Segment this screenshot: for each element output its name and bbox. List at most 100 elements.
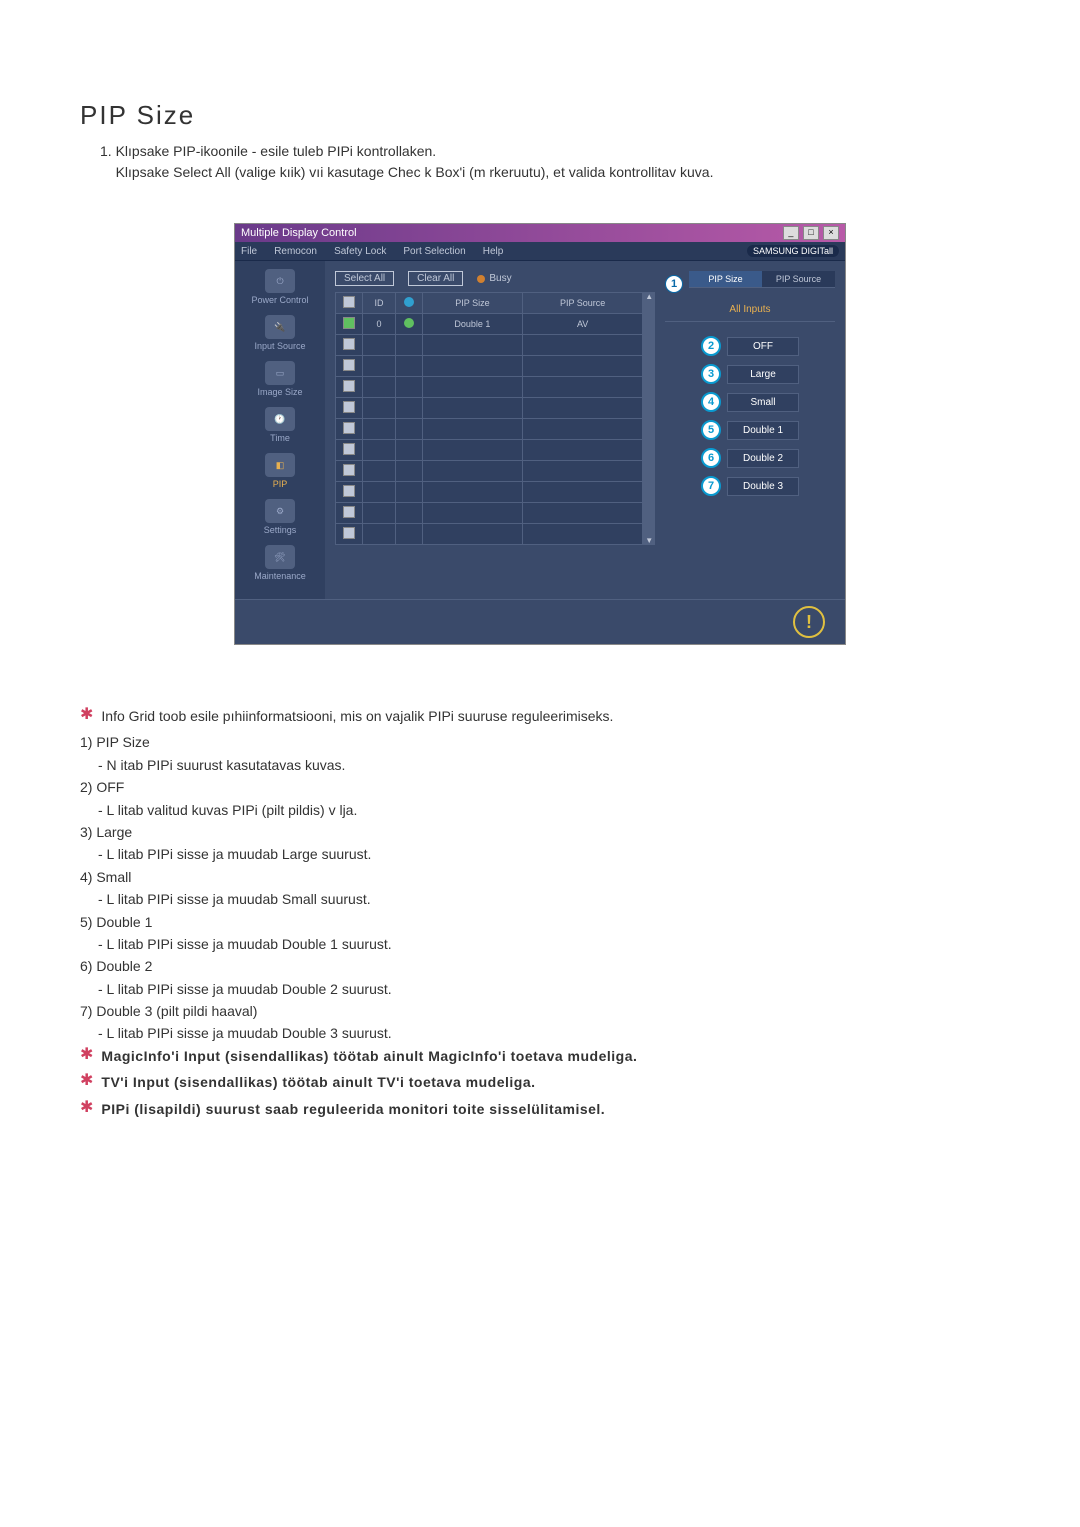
row-checkbox[interactable] bbox=[343, 443, 355, 455]
row-pip-source bbox=[522, 440, 643, 461]
app-window: Multiple Display Control _ □ × File Remo… bbox=[234, 223, 846, 645]
row-checkbox[interactable] bbox=[343, 380, 355, 392]
marker-3: 3 bbox=[701, 364, 721, 384]
tab-pip-size[interactable]: PIP Size bbox=[689, 271, 762, 287]
table-row[interactable] bbox=[336, 419, 643, 440]
intro-line2: Klıpsake Select All (valige kıik) vıi ka… bbox=[116, 164, 714, 180]
row-checkbox[interactable] bbox=[343, 485, 355, 497]
row-pip-source bbox=[522, 398, 643, 419]
row-checkbox[interactable] bbox=[343, 527, 355, 539]
brand: SAMSUNG DIGITall bbox=[747, 245, 839, 257]
sidebar-item-image-size[interactable]: ▭ Image Size bbox=[235, 361, 325, 397]
table-row[interactable] bbox=[336, 335, 643, 356]
scroll-up-icon[interactable]: ▲ bbox=[645, 292, 653, 301]
table-row[interactable] bbox=[336, 440, 643, 461]
table-row[interactable] bbox=[336, 503, 643, 524]
row-id bbox=[363, 440, 396, 461]
menu-file[interactable]: File bbox=[241, 246, 257, 257]
menu-safety-lock[interactable]: Safety Lock bbox=[334, 246, 386, 257]
clock-icon: 🕐 bbox=[265, 407, 295, 431]
checkbox-header-icon[interactable] bbox=[343, 296, 355, 308]
minimize-icon[interactable]: _ bbox=[783, 226, 799, 240]
status-led-icon bbox=[404, 318, 414, 328]
intro-block: 1. Klıpsake PIP-ikoonile - esile tuleb P… bbox=[100, 141, 1000, 183]
menu-items: File Remocon Safety Lock Port Selection … bbox=[241, 245, 517, 257]
note-item: 4) Small- L litab PIPi sisse ja muudab S… bbox=[80, 866, 1000, 911]
row-checkbox[interactable] bbox=[343, 338, 355, 350]
sidebar-item-pip[interactable]: ◧ PIP bbox=[235, 453, 325, 489]
table-row[interactable] bbox=[336, 398, 643, 419]
table-row[interactable] bbox=[336, 482, 643, 503]
row-pip-size bbox=[423, 335, 523, 356]
note-star: ✱PIPi (lisapildi) suurust saab reguleeri… bbox=[80, 1098, 1000, 1120]
row-pip-source bbox=[522, 524, 643, 545]
scroll-down-icon[interactable]: ▼ bbox=[645, 536, 653, 545]
sidebar-item-power[interactable]: ⏻ Power Control bbox=[235, 269, 325, 305]
row-pip-size bbox=[423, 524, 523, 545]
note-item: 3) Large- L litab PIPi sisse ja muudab L… bbox=[80, 821, 1000, 866]
row-id bbox=[363, 461, 396, 482]
page-title: PIP Size bbox=[80, 100, 1000, 131]
row-checkbox[interactable] bbox=[343, 464, 355, 476]
scrollbar[interactable]: ▲ ▼ bbox=[643, 292, 655, 545]
row-id: 0 bbox=[363, 314, 396, 335]
menu-port-selection[interactable]: Port Selection bbox=[403, 246, 465, 257]
window-controls: _ □ × bbox=[782, 226, 839, 240]
sidebar-item-time[interactable]: 🕐 Time bbox=[235, 407, 325, 443]
select-all-button[interactable]: Select All bbox=[335, 271, 394, 286]
table-row[interactable] bbox=[336, 356, 643, 377]
star-icon: ✱ bbox=[80, 1071, 93, 1090]
all-inputs-label: All Inputs bbox=[665, 304, 835, 322]
sidebar-item-maintenance[interactable]: 🛠 Maintenance bbox=[235, 545, 325, 581]
row-pip-size bbox=[423, 398, 523, 419]
option-small-button[interactable]: Small bbox=[727, 393, 799, 412]
row-id bbox=[363, 335, 396, 356]
row-checkbox[interactable] bbox=[343, 317, 355, 329]
note-item: 6) Double 2- L litab PIPi sisse ja muuda… bbox=[80, 955, 1000, 1000]
row-pip-size bbox=[423, 377, 523, 398]
clear-all-button[interactable]: Clear All bbox=[408, 271, 463, 286]
sidebar-item-input[interactable]: 🔌 Input Source bbox=[235, 315, 325, 351]
marker-4: 4 bbox=[701, 392, 721, 412]
menu-remocon[interactable]: Remocon bbox=[274, 246, 317, 257]
row-checkbox[interactable] bbox=[343, 359, 355, 371]
option-off-button[interactable]: OFF bbox=[727, 337, 799, 356]
image-icon: ▭ bbox=[265, 361, 295, 385]
maximize-icon[interactable]: □ bbox=[803, 226, 819, 240]
table-row[interactable] bbox=[336, 461, 643, 482]
info-grid: ID PIP Size PIP Source 0Double 1AV bbox=[335, 292, 643, 545]
table-row[interactable]: 0Double 1AV bbox=[336, 314, 643, 335]
row-pip-source bbox=[522, 461, 643, 482]
wrench-icon: 🛠 bbox=[265, 545, 295, 569]
option-large-button[interactable]: Large bbox=[727, 365, 799, 384]
row-checkbox[interactable] bbox=[343, 422, 355, 434]
table-row[interactable] bbox=[336, 377, 643, 398]
sidebar-item-settings[interactable]: ⚙ Settings bbox=[235, 499, 325, 535]
row-pip-source bbox=[522, 335, 643, 356]
row-pip-size bbox=[423, 419, 523, 440]
tab-pip-source[interactable]: PIP Source bbox=[762, 271, 835, 287]
row-pip-size bbox=[423, 356, 523, 377]
row-id bbox=[363, 503, 396, 524]
col-pip-source: PIP Source bbox=[522, 293, 643, 314]
note-item: 5) Double 1- L litab PIPi sisse ja muuda… bbox=[80, 911, 1000, 956]
right-pane: 1 PIP Size PIP Source All Inputs 2OFF3La… bbox=[665, 271, 835, 589]
close-icon[interactable]: × bbox=[823, 226, 839, 240]
option-double 2-button[interactable]: Double 2 bbox=[727, 449, 799, 468]
table-row[interactable] bbox=[336, 524, 643, 545]
gear-icon: ⚙ bbox=[265, 499, 295, 523]
col-id: ID bbox=[363, 293, 396, 314]
status-header-icon bbox=[404, 297, 414, 307]
row-pip-source bbox=[522, 377, 643, 398]
row-pip-size bbox=[423, 503, 523, 524]
star-icon: ✱ bbox=[80, 1045, 93, 1064]
menu-help[interactable]: Help bbox=[483, 246, 504, 257]
sidebar: ⏻ Power Control 🔌 Input Source ▭ Image S… bbox=[235, 261, 325, 599]
row-checkbox[interactable] bbox=[343, 506, 355, 518]
marker-6: 6 bbox=[701, 448, 721, 468]
option-double 1-button[interactable]: Double 1 bbox=[727, 421, 799, 440]
row-checkbox[interactable] bbox=[343, 401, 355, 413]
alert-icon: ! bbox=[793, 606, 825, 638]
titlebar: Multiple Display Control _ □ × bbox=[235, 224, 845, 242]
option-double 3-button[interactable]: Double 3 bbox=[727, 477, 799, 496]
